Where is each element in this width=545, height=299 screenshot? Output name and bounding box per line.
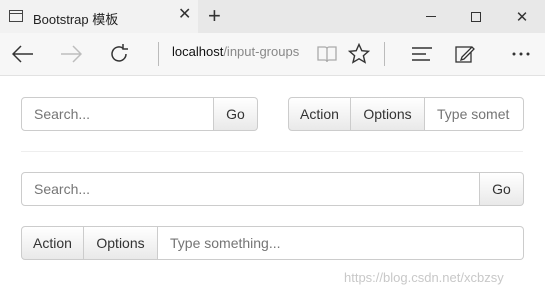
action-button[interactable]: Action (288, 97, 351, 131)
search-input-group-wide: Go (21, 172, 524, 206)
type-something-input-wide[interactable] (158, 226, 524, 260)
options-button-wide[interactable]: Options (84, 226, 158, 260)
action-button-wide[interactable]: Action (21, 226, 84, 260)
page-icon (9, 10, 23, 22)
web-note-icon[interactable] (452, 39, 478, 69)
go-button-wide[interactable]: Go (480, 172, 524, 206)
type-something-input[interactable] (425, 97, 524, 131)
favorite-star-icon[interactable] (346, 39, 372, 69)
forward-arrow-icon[interactable] (58, 39, 84, 69)
toolbar-separator (384, 42, 385, 66)
address-host: localhost (172, 44, 224, 59)
address-path: /input-groups (223, 44, 300, 59)
options-button[interactable]: Options (351, 97, 425, 131)
address-separator (158, 42, 159, 66)
tab-title: Bootstrap 模板 (33, 12, 119, 27)
search-input-wide[interactable] (21, 172, 480, 206)
refresh-icon[interactable] (106, 39, 132, 69)
reading-view-icon[interactable] (316, 39, 338, 69)
back-arrow-icon[interactable] (10, 39, 36, 69)
close-tab-icon[interactable]: ✕ (178, 6, 191, 24)
minimize-icon (426, 16, 436, 17)
minimize-button[interactable] (408, 0, 454, 33)
watermark: https://blog.csdn.net/xcbzsy (344, 270, 504, 285)
more-icon[interactable] (508, 39, 534, 69)
title-bar: Bootstrap 模板 ✕ + ✕ (0, 0, 545, 33)
maximize-icon (471, 11, 481, 22)
close-window-button[interactable]: ✕ (499, 0, 545, 33)
address-bar[interactable]: localhost/input-groups (172, 44, 299, 59)
action-options-input-group-wide: Action Options (21, 226, 524, 260)
hub-icon[interactable] (409, 39, 435, 69)
navigation-bar: localhost/input-groups (0, 33, 545, 76)
new-tab-button[interactable]: + (208, 5, 221, 27)
search-input[interactable] (21, 97, 214, 131)
divider (21, 151, 523, 152)
browser-tab[interactable]: Bootstrap 模板 ✕ (0, 0, 198, 33)
maximize-button[interactable] (453, 0, 499, 33)
action-options-input-group-small: Action Options (288, 97, 524, 131)
search-input-group-small: Go (21, 97, 258, 131)
go-button[interactable]: Go (214, 97, 258, 131)
